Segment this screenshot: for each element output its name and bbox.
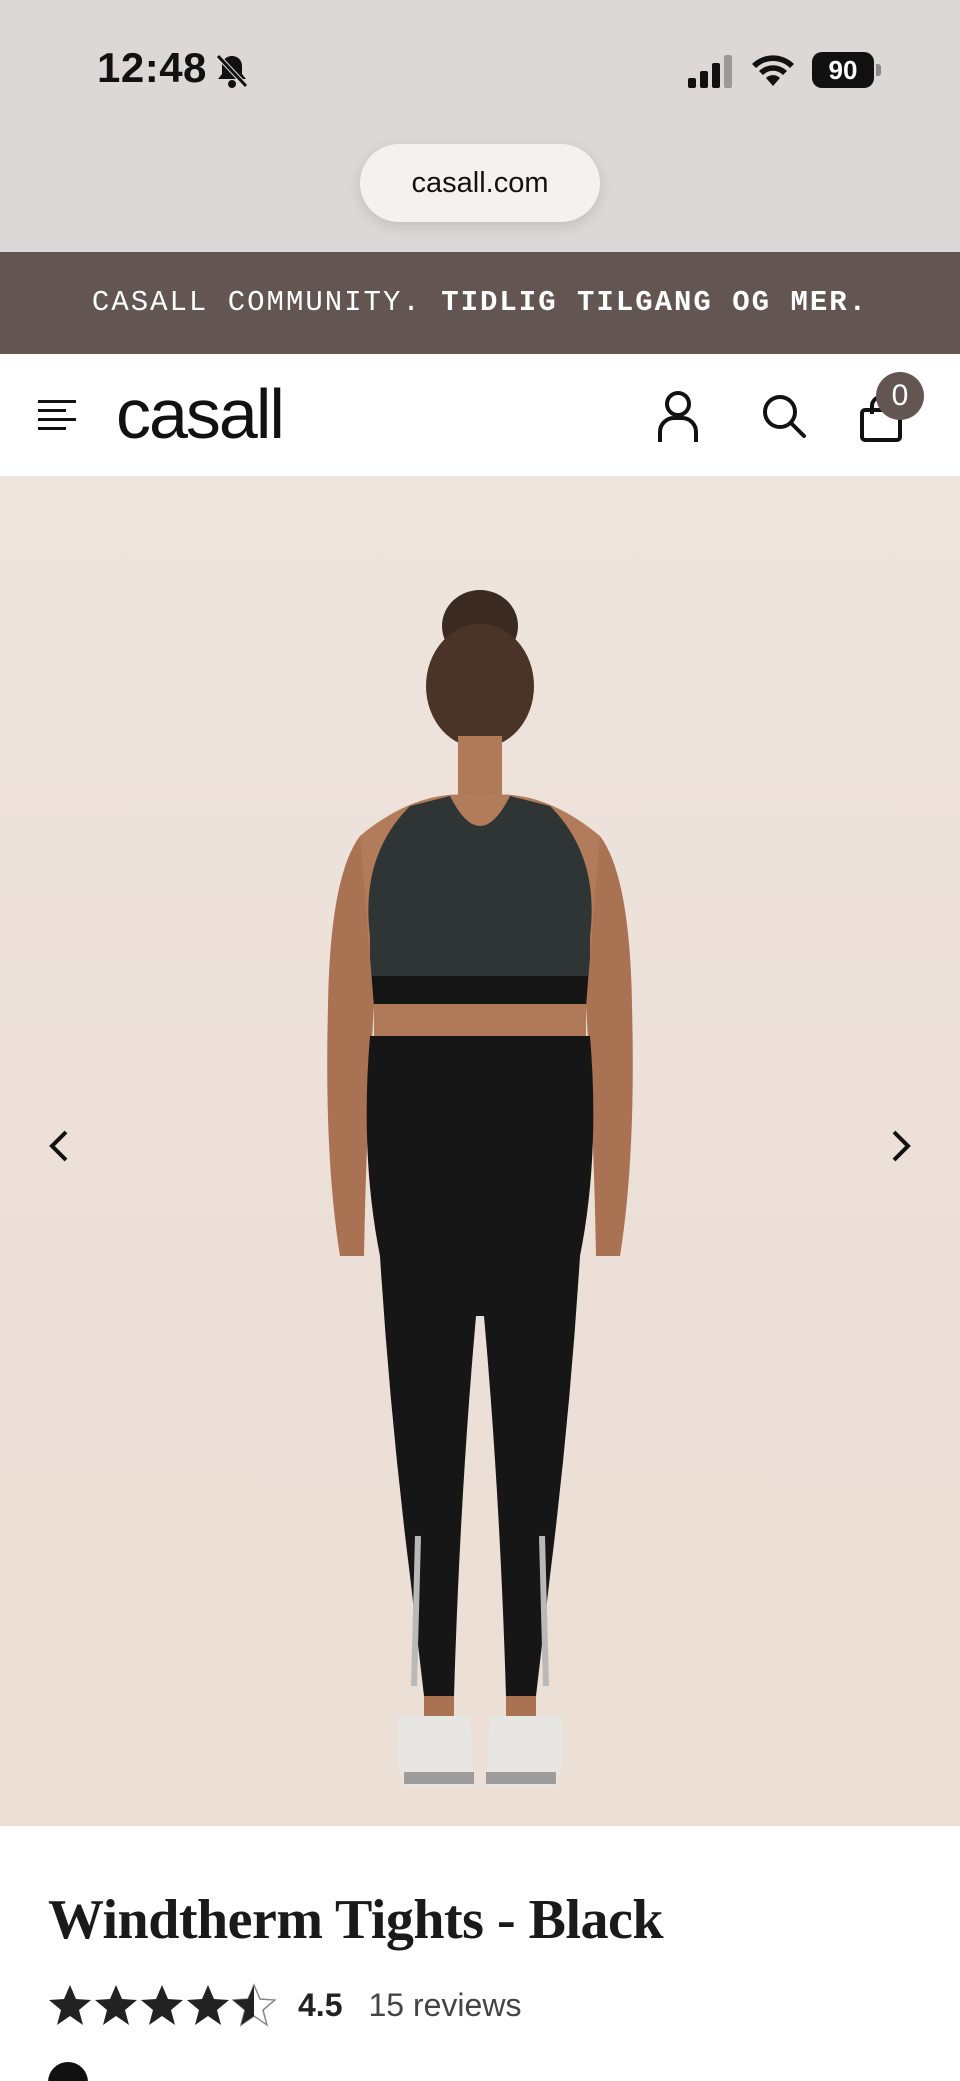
star-icon bbox=[141, 1985, 183, 2025]
star-icon bbox=[95, 1985, 137, 2025]
chevron-right-icon[interactable] bbox=[880, 1116, 920, 1176]
rating-stars bbox=[48, 1983, 276, 2027]
product-title: Windtherm Tights - Black bbox=[48, 1889, 664, 1951]
signal-icon bbox=[688, 55, 732, 88]
promo-text-regular: CASALL COMMUNITY. bbox=[91, 286, 422, 319]
wifi-icon bbox=[752, 55, 794, 86]
color-swatch-black[interactable] bbox=[48, 2062, 88, 2081]
status-time: 12:48 bbox=[97, 44, 207, 91]
star-icon bbox=[187, 1985, 229, 2025]
url-bar[interactable]: casall.com bbox=[360, 144, 600, 222]
cart-count-badge[interactable]: 0 bbox=[876, 372, 924, 420]
battery-level: 90 bbox=[812, 52, 874, 88]
bell-slash-icon bbox=[216, 54, 248, 88]
casall-logo[interactable]: casall bbox=[116, 374, 285, 454]
account-icon[interactable] bbox=[654, 390, 702, 444]
rating-row[interactable]: 4.5 15 reviews bbox=[48, 1980, 521, 2030]
star-icon bbox=[49, 1985, 91, 2025]
product-model-image bbox=[327, 590, 633, 1786]
star-half-icon bbox=[232, 1983, 276, 2027]
product-image-gallery[interactable] bbox=[0, 476, 960, 1826]
chevron-left-icon[interactable] bbox=[40, 1116, 80, 1176]
menu-icon[interactable] bbox=[36, 398, 84, 432]
search-icon[interactable] bbox=[760, 392, 808, 440]
site-header: casall 0 bbox=[0, 354, 960, 476]
reviews-link[interactable]: 15 reviews bbox=[368, 1987, 521, 2024]
promo-banner[interactable]: CASALL COMMUNITY. TIDLIG TILGANG OG MER. bbox=[0, 252, 960, 354]
promo-text-bold: TIDLIG TILGANG OG MER. bbox=[441, 286, 869, 319]
browser-chrome: 12:48 90 casall.com bbox=[0, 0, 960, 252]
battery-icon: 90 bbox=[812, 52, 881, 88]
rating-value: 4.5 bbox=[298, 1986, 343, 2023]
